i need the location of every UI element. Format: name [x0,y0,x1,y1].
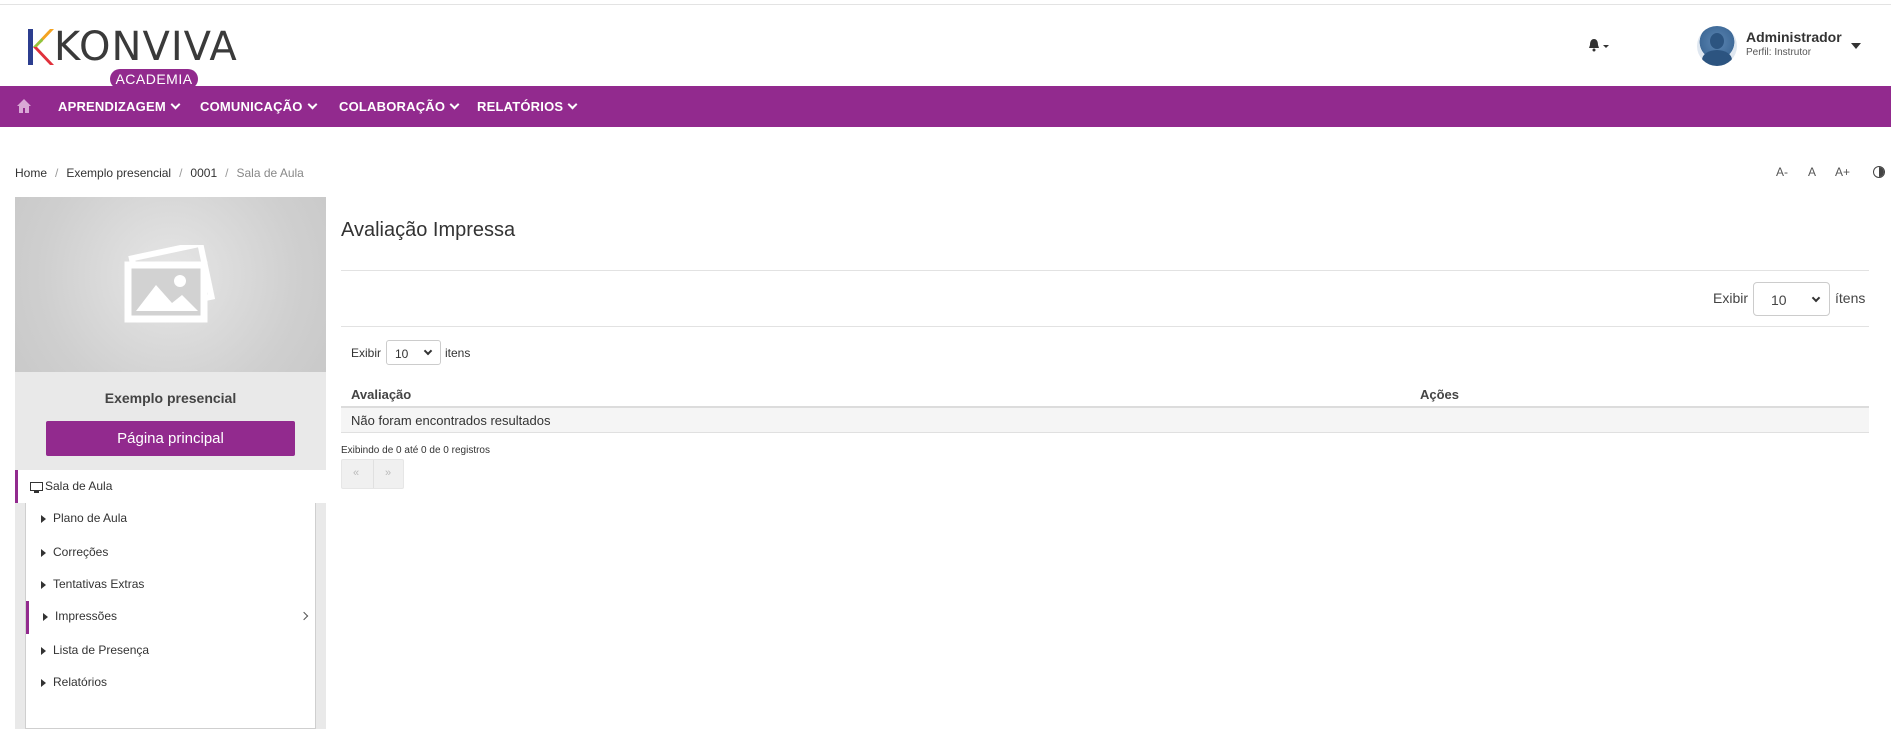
column-header-avaliacao[interactable]: Avaliação [351,387,411,402]
font-increase-button[interactable]: A+ [1835,165,1850,179]
caret-right-icon [43,613,48,621]
sidebar-item-label: Lista de Presença [53,643,150,657]
avatar-body [1702,50,1732,66]
table-row: Não foram encontrados resultados [341,408,1869,433]
sidebar-item-label: Impressões [55,609,118,623]
font-normal-button[interactable]: A [1808,165,1816,179]
table-length-suffix: itens [445,346,471,360]
sidebar-item-sala-de-aula[interactable]: Sala de Aula [15,470,326,503]
chevron-down-icon[interactable] [1851,43,1861,49]
chevron-down-icon [1811,293,1821,303]
nav-item-comunicacao[interactable]: COMUNICAÇÃO [200,86,318,127]
nav-item-aprendizagem[interactable]: APRENDIZAGEM [58,86,181,127]
notifications-button[interactable] [1588,38,1612,54]
breadcrumb-separator: / [179,166,183,180]
user-role: Perfil: Instrutor [1746,47,1812,58]
konviva-logo[interactable]: KONVIVA ACADEMIA [28,27,237,89]
pager-divider [373,460,374,488]
avatar-head [1710,33,1724,49]
course-title: Exemplo presencial [104,390,237,406]
breadcrumb-separator: / [55,166,59,180]
chevron-right-icon [299,611,309,621]
previous-page-button[interactable]: « [353,467,359,479]
page-length-value: 10 [1771,292,1787,308]
next-page-button[interactable]: » [385,467,391,479]
chevron-down-icon [307,99,318,110]
chevron-down-icon [449,99,460,110]
table-length-label: Exibir [351,346,382,360]
page-length-label: Exibir [1713,290,1749,306]
sidebar-item-lista-de-presenca[interactable]: Lista de Presença [26,635,315,665]
user-name[interactable]: Administrador [1746,29,1842,45]
main-navbar: APRENDIZAGEM COMUNICAÇÃO COLABORAÇÃO REL… [0,86,1891,127]
sidebar-item-label: Relatórios [53,675,108,689]
chevron-down-icon [423,346,433,356]
sidebar: Exemplo presencial Página principal Sala… [15,197,326,729]
sidebar-submenu: Plano de Aula Correções Tentativas Extra… [25,503,316,729]
sidebar-item-label: Plano de Aula [53,511,128,525]
home-icon[interactable] [16,98,32,114]
table-length-select[interactable]: 10 [386,340,441,365]
sidebar-item-relatorios[interactable]: Relatórios [26,667,315,697]
main-page-button[interactable]: Página principal [46,421,295,456]
breadcrumb-home[interactable]: Home [15,166,47,180]
sidebar-item-label: Correções [53,545,109,559]
sidebar-item-tentativas-extras[interactable]: Tentativas Extras [26,569,315,599]
sidebar-item-label: Sala de Aula [45,479,113,493]
breadcrumb-course[interactable]: Exemplo presencial [66,166,171,180]
course-image-placeholder [15,197,326,372]
empty-message: Não foram encontrados resultados [351,413,551,428]
nav-item-colaboracao[interactable]: COLABORAÇÃO [339,86,460,127]
avatar[interactable] [1697,26,1737,66]
caret-right-icon [41,581,46,589]
page-title: Avaliação Impressa [341,219,516,241]
sidebar-item-plano-de-aula[interactable]: Plano de Aula [26,503,315,533]
caret-right-icon [41,679,46,687]
font-decrease-button[interactable]: A- [1776,165,1788,179]
page-length-suffix: ítens [1835,290,1866,306]
nav-item-relatorios[interactable]: RELATÓRIOS [477,86,578,127]
chevron-down-icon [567,99,578,110]
monitor-icon [30,482,43,493]
sidebar-item-impressoes[interactable]: Impressões [26,601,315,634]
breadcrumb-class[interactable]: 0001 [190,166,217,180]
table-length-value: 10 [395,347,409,361]
pagination: « » [341,459,404,489]
caret-right-icon [41,647,46,655]
caret-right-icon [41,549,46,557]
breadcrumb-separator: / [225,166,229,180]
column-header-acoes: Ações [1420,387,1460,402]
contrast-icon[interactable] [1873,166,1885,178]
chevron-down-icon [170,99,181,110]
sidebar-item-label: Tentativas Extras [53,577,145,591]
page-length-select[interactable]: 10 [1753,282,1830,316]
sidebar-item-correcoes[interactable]: Correções [26,537,315,567]
breadcrumb-current: Sala de Aula [236,166,304,180]
breadcrumb: Home / Exemplo presencial / 0001 / Sala de Aul… [15,166,304,180]
divider [341,270,1869,271]
divider [341,326,1869,327]
bell-icon [1589,39,1609,52]
caret-right-icon [41,515,46,523]
header: KONVIVA ACADEMIA Administrador Perfil: I… [0,5,1891,89]
image-placeholder-icon [124,245,216,323]
logo-wordmark: KONVIVA [54,24,238,70]
table-info: Exibindo de 0 até 0 de 0 registros [341,445,490,456]
